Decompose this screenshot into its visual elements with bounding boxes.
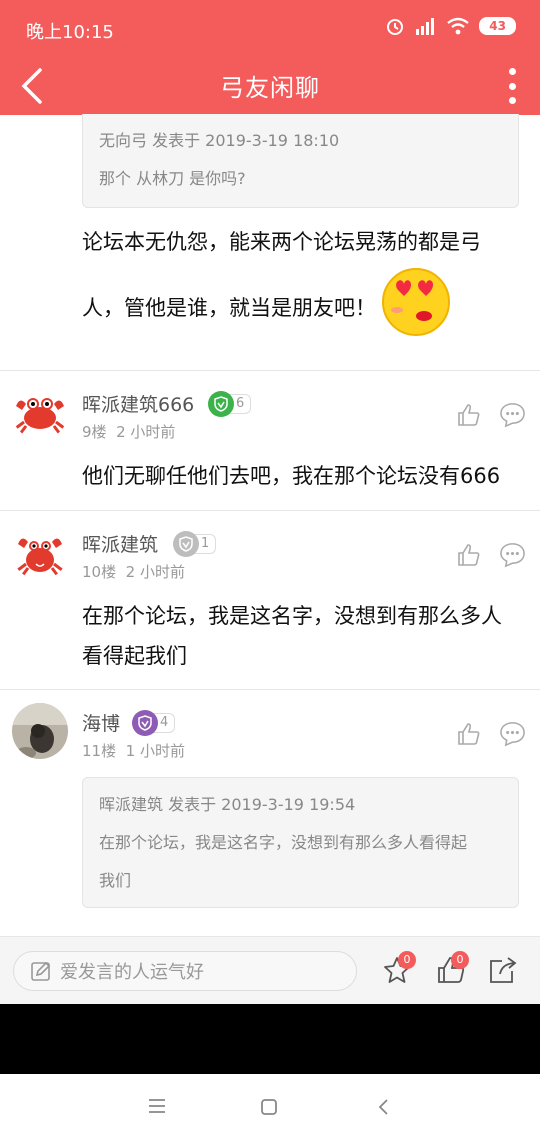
divider <box>0 510 540 511</box>
post-line: 他们无聊任他们去吧，我在那个论坛没有666 <box>82 464 501 488</box>
comment-icon[interactable] <box>499 541 526 568</box>
post-line: 论坛本无仇怨，能来两个论坛晃荡的都是弓 <box>82 230 481 254</box>
post-content: 他们无聊任他们去吧，我在那个论坛没有666 <box>82 456 522 496</box>
post-line: 人，管他是谁，就当是朋友吧！ <box>82 296 376 320</box>
floor-number: 10楼 <box>82 563 117 581</box>
shield-icon <box>173 531 199 557</box>
shield-icon <box>132 710 158 736</box>
username[interactable]: 晖派建筑 <box>82 530 158 557</box>
system-nav-bar <box>0 1074 540 1140</box>
crab-avatar-icon <box>12 524 68 580</box>
comment-placeholder: 爱发言的人运气好 <box>60 962 204 983</box>
signal-icon <box>416 18 435 35</box>
comment-icon[interactable] <box>499 401 526 428</box>
like-count-badge: 0 <box>451 951 469 969</box>
status-time: 晚上10:15 <box>26 22 114 43</box>
level-badge: 6 <box>208 391 252 417</box>
avatar[interactable] <box>12 384 68 440</box>
comment-bar: 爱发言的人运气好 0 0 <box>0 936 540 1004</box>
avatar[interactable] <box>12 524 68 580</box>
like-icon[interactable] <box>457 543 481 567</box>
comment-icon[interactable] <box>499 720 526 747</box>
crab-avatar-icon <box>12 384 68 440</box>
favorite-count-badge: 0 <box>398 951 416 969</box>
quote-text: 那个 从林刀 是你吗? <box>99 169 246 188</box>
post-content: 论坛本无仇怨，能来两个论坛晃荡的都是弓 人，管他是谁，就当是朋友吧！ <box>82 222 522 328</box>
status-icons: 43 <box>385 16 516 36</box>
quote-author: 晖派建筑 发表于 2019-3-19 19:54 <box>99 795 356 814</box>
dog-photo-avatar-icon <box>12 703 68 759</box>
post-content: 在那个论坛，我是这名字，没想到有那么多人 看得起我们 <box>82 596 522 676</box>
menu-icon[interactable] <box>148 1098 166 1114</box>
comment-input[interactable]: 爱发言的人运气好 <box>13 951 357 991</box>
post-time: 2 小时前 <box>125 563 185 581</box>
floor-number: 9楼 <box>82 423 107 441</box>
quote-text: 我们 <box>99 871 132 890</box>
post-line: 在那个论坛，我是这名字，没想到有那么多人 <box>82 604 502 628</box>
share-icon[interactable] <box>488 955 518 985</box>
username[interactable]: 海博 <box>82 709 120 736</box>
shield-icon <box>208 391 234 417</box>
post-time: 2 小时前 <box>116 423 176 441</box>
edit-icon <box>31 961 51 981</box>
page-title: 弓友闲聊 <box>220 74 320 102</box>
post-meta: 9楼 2 小时前 <box>82 421 175 442</box>
quote-block: 晖派建筑 发表于 2019-3-19 19:54 在那个论坛，我是这名字，没想到… <box>82 777 519 908</box>
avatar[interactable] <box>12 703 68 759</box>
empty-area <box>0 1004 540 1074</box>
divider <box>0 370 540 371</box>
quote-author: 无向弓 发表于 2019-3-19 18:10 <box>99 131 340 150</box>
divider <box>0 689 540 690</box>
like-icon[interactable] <box>457 722 481 746</box>
alarm-icon <box>387 19 404 35</box>
level-badge: 1 <box>173 531 217 557</box>
level-badge: 4 <box>132 710 176 736</box>
home-icon[interactable] <box>260 1098 278 1116</box>
post-line: 看得起我们 <box>82 644 187 668</box>
quote-block: 无向弓 发表于 2019-3-19 18:10 那个 从林刀 是你吗? <box>82 114 519 208</box>
quote-text: 在那个论坛，我是这名字，没想到有那么多人看得起 <box>99 833 468 852</box>
kiss-emoji-icon <box>382 268 450 336</box>
battery-indicator: 43 <box>479 17 516 35</box>
floor-number: 11楼 <box>82 742 117 760</box>
post-meta: 10楼 2 小时前 <box>82 561 185 582</box>
more-options-button[interactable] <box>500 66 524 106</box>
like-icon[interactable] <box>457 403 481 427</box>
username[interactable]: 晖派建筑666 <box>82 390 194 417</box>
post-time: 1 小时前 <box>125 742 185 760</box>
wifi-icon <box>447 17 470 35</box>
back-nav-icon[interactable] <box>376 1098 390 1116</box>
post-meta: 11楼 1 小时前 <box>82 740 185 761</box>
